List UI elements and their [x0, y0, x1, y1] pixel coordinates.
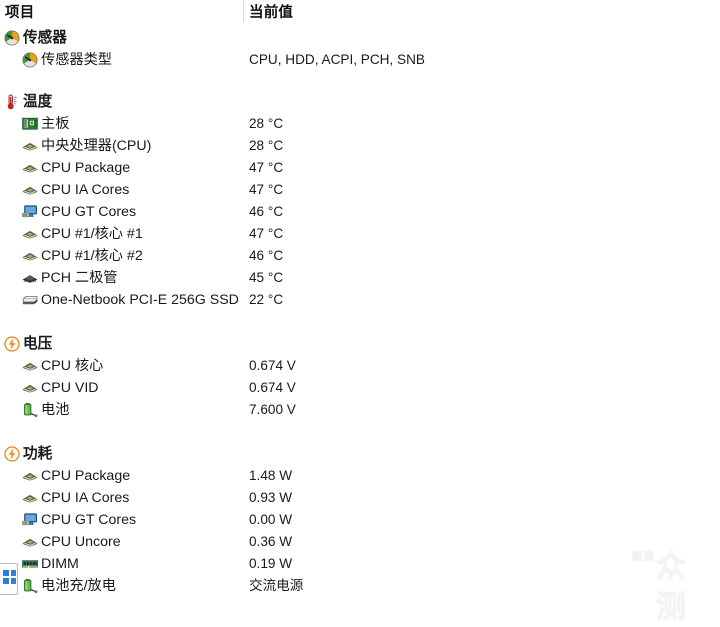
sensor-label: CPU GT Cores	[41, 512, 137, 528]
sensor-label: PCH 二极管	[41, 270, 118, 286]
sensor-label: CPU #1/核心 #1	[41, 226, 143, 242]
sensor-label: CPU #1/核心 #2	[41, 248, 143, 264]
sensor-row-pwr-cpu-uncore[interactable]: CPU Uncore 0.36 W	[0, 531, 720, 553]
sensor-label: CPU VID	[41, 380, 99, 396]
sensor-value: CPU, HDD, ACPI, PCH, SNB	[249, 52, 425, 67]
sensor-label: CPU IA Cores	[41, 182, 130, 198]
sensor-value: 28 °C	[249, 138, 284, 153]
pch-chip-icon	[22, 270, 39, 287]
sensor-row-temp-cpu-gt-cores[interactable]: CPU GT Cores 46 °C	[0, 201, 720, 223]
dimm-ram-icon	[22, 556, 39, 573]
column-header-item: 项目	[5, 5, 35, 21]
sensor-value: 0.93 W	[249, 490, 293, 505]
sensor-label: CPU Uncore	[41, 534, 121, 550]
sensor-value: 45 °C	[249, 270, 284, 285]
sensor-label: DIMM	[41, 556, 79, 572]
sensor-label: One-Netbook PCI-E 256G SSD	[41, 292, 239, 308]
sensor-row-temp-core2[interactable]: CPU #1/核心 #2 46 °C	[0, 245, 720, 267]
cpu-chip-icon	[22, 226, 39, 243]
sensor-label: 电池充/放电	[41, 578, 116, 594]
sensor-row-volt-cpu-vid[interactable]: CPU VID 0.674 V	[0, 377, 720, 399]
cpu-chip-icon	[22, 468, 39, 485]
sensor-gauge-icon	[4, 30, 21, 47]
sensor-row-temp-cpu-package[interactable]: CPU Package 47 °C	[0, 157, 720, 179]
sensor-label: 温度	[23, 94, 53, 110]
cpu-chip-icon	[22, 490, 39, 507]
cpu-chip-icon	[22, 138, 39, 155]
sensor-value: 28 °C	[249, 116, 284, 131]
sensor-value: 0.19 W	[249, 556, 293, 571]
battery-icon	[22, 402, 39, 419]
sensor-label: 主板	[41, 116, 70, 132]
sensor-label: CPU 核心	[41, 358, 104, 374]
sensor-label: CPU GT Cores	[41, 204, 137, 220]
sensor-gauge-icon	[22, 52, 39, 69]
taskbar-app-icon[interactable]	[0, 563, 18, 595]
sensor-value: 22 °C	[249, 292, 284, 307]
sensor-label: CPU IA Cores	[41, 490, 130, 506]
cpu-chip-icon	[22, 248, 39, 265]
sensor-value: 交流电源	[249, 578, 304, 593]
display-gpu-icon	[22, 204, 39, 221]
lightning-bolt-icon	[4, 336, 21, 353]
sensor-label: 中央处理器(CPU)	[41, 138, 152, 154]
column-divider	[243, 0, 244, 22]
sensor-value: 46 °C	[249, 248, 284, 263]
display-gpu-icon	[22, 512, 39, 529]
column-header-row: 项目 当前值	[0, 0, 720, 22]
sensor-row-temp-motherboard[interactable]: 主板 28 °C	[0, 113, 720, 135]
sensor-value: 7.600 V	[249, 402, 296, 417]
sensor-row-pwr-battery-charge[interactable]: 电池充/放电 交流电源	[0, 575, 720, 597]
sensor-row-volt-battery[interactable]: 电池 7.600 V	[0, 399, 720, 421]
sensor-row-temperature[interactable]: 温度	[0, 91, 720, 113]
sensor-row-pwr-cpu-gt-cores[interactable]: CPU GT Cores 0.00 W	[0, 509, 720, 531]
cpu-chip-icon	[22, 182, 39, 199]
sensor-row-temp-ssd[interactable]: One-Netbook PCI-E 256G SSD 22 °C	[0, 289, 720, 311]
sensor-row-voltage[interactable]: 电压	[0, 333, 720, 355]
sensor-label: 电压	[23, 336, 53, 352]
cpu-chip-icon	[22, 160, 39, 177]
sensor-value: 0.00 W	[249, 512, 293, 527]
sensor-row-sensor-type[interactable]: 传感器类型 CPU, HDD, ACPI, PCH, SNB	[0, 49, 720, 71]
column-header-value: 当前值	[249, 5, 294, 21]
sensor-row-temp-core1[interactable]: CPU #1/核心 #1 47 °C	[0, 223, 720, 245]
sensor-label: 电池	[41, 402, 70, 418]
sensor-label: 传感器	[23, 30, 67, 46]
sensor-value: 47 °C	[249, 226, 284, 241]
windows-tiles-icon	[3, 570, 17, 585]
sensor-row-temp-pch-diode[interactable]: PCH 二极管 45 °C	[0, 267, 720, 289]
sensor-value: 0.674 V	[249, 380, 296, 395]
sensor-row-temp-cpu-ia-cores[interactable]: CPU IA Cores 47 °C	[0, 179, 720, 201]
sensor-row-pwr-dimm[interactable]: DIMM 0.19 W	[0, 553, 720, 575]
sensor-label: 功耗	[23, 446, 53, 462]
sensor-row-temp-cpu[interactable]: 中央处理器(CPU) 28 °C	[0, 135, 720, 157]
sensor-row-pwr-cpu-package[interactable]: CPU Package 1.48 W	[0, 465, 720, 487]
sensor-label: CPU Package	[41, 468, 131, 484]
sensor-label: CPU Package	[41, 160, 131, 176]
ssd-drive-icon	[22, 292, 39, 309]
sensor-readout-panel: 项目 当前值 传感器传感器类型 CPU, HDD, ACPI, PCH, SNB 温…	[0, 0, 720, 624]
sensor-value: 1.48 W	[249, 468, 293, 483]
cpu-chip-icon	[22, 380, 39, 397]
thermometer-icon	[4, 94, 21, 111]
motherboard-icon	[22, 116, 39, 133]
sensor-value: 0.36 W	[249, 534, 293, 549]
sensor-value: 0.674 V	[249, 358, 296, 373]
lightning-bolt-icon	[4, 446, 21, 463]
sensor-value: 47 °C	[249, 160, 284, 175]
sensor-label: 传感器类型	[41, 52, 112, 68]
sensor-row-power[interactable]: 功耗	[0, 443, 720, 465]
battery-icon	[22, 578, 39, 595]
sensor-row-sensors[interactable]: 传感器	[0, 27, 720, 49]
sensor-row-volt-cpu-core[interactable]: CPU 核心 0.674 V	[0, 355, 720, 377]
cpu-chip-icon	[22, 534, 39, 551]
sensor-row-pwr-cpu-ia-cores[interactable]: CPU IA Cores 0.93 W	[0, 487, 720, 509]
cpu-chip-icon	[22, 358, 39, 375]
sensor-value: 46 °C	[249, 204, 284, 219]
sensor-value: 47 °C	[249, 182, 284, 197]
